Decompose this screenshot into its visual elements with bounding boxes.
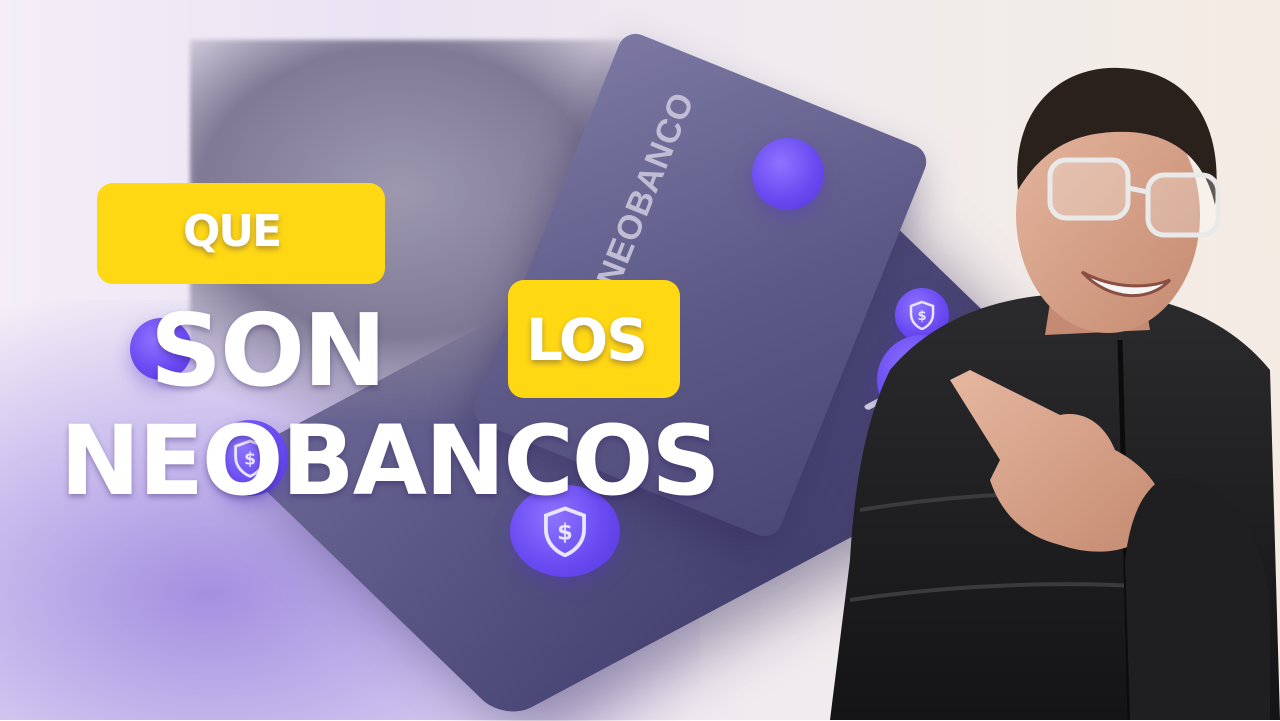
title-word-los: LOS [526, 306, 648, 374]
presenter-photo [830, 67, 1280, 720]
coin-icon [752, 138, 824, 210]
title-word-neobancos: NEOBANCOS [60, 405, 721, 517]
title-word-son: SON [150, 292, 387, 409]
svg-text:$: $ [557, 520, 573, 546]
card-brand-text: NEOBANCO [589, 86, 703, 293]
title-word-que: QUE [183, 206, 282, 257]
